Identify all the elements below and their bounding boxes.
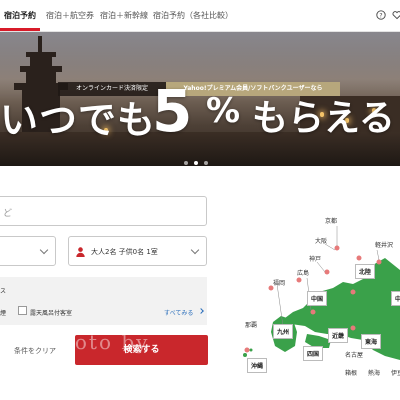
guest-summary: 大人2名 子供0名 1室 [91, 248, 158, 256]
svg-text:?: ? [379, 12, 382, 19]
map-label-hakone[interactable]: 箱根 [345, 368, 357, 377]
map-label-naha[interactable]: 那覇 [245, 320, 257, 329]
options-panel: ス 煙 露天風呂付客室 すべてみる [0, 277, 207, 325]
carousel-dot-active[interactable] [194, 161, 198, 165]
options-title: ス [0, 288, 7, 295]
top-nav: 宿泊予約 宿泊＋航空券 宿泊＋新幹線 宿泊予約（各社比較） ? [0, 0, 400, 32]
see-all-link[interactable]: すべてみる [164, 308, 193, 317]
carousel-dot[interactable] [184, 161, 188, 165]
active-tab-indicator [0, 28, 40, 31]
region-tokai[interactable]: 東海 [361, 334, 382, 349]
search-button[interactable]: 検索する [75, 335, 208, 365]
carousel-dot[interactable] [204, 161, 208, 165]
region-chubu[interactable]: 中 [391, 291, 400, 306]
map-label-nagoya[interactable]: 名古屋 [345, 350, 363, 359]
region-shikoku[interactable]: 四国 [303, 346, 324, 361]
region-kinki[interactable]: 近畿 [328, 328, 349, 343]
map-label-kyoto[interactable]: 京都 [325, 216, 337, 225]
region-chugoku[interactable]: 中国 [307, 291, 328, 306]
date-select[interactable] [0, 236, 56, 266]
chevron-right-icon [198, 308, 204, 314]
chevron-down-icon [190, 245, 200, 255]
map-label-atami[interactable]: 熱海 [368, 368, 380, 377]
destination-input[interactable]: ど [0, 196, 207, 226]
person-icon [76, 247, 85, 257]
headline-part-1: いつでも [0, 98, 157, 142]
headline-part-4: もらえる [252, 98, 395, 139]
guest-select[interactable]: 大人2名 子供0名 1室 [68, 236, 207, 266]
headline-part-3: % [206, 91, 241, 131]
open-air-bath-checkbox[interactable] [18, 306, 27, 315]
region-okinawa[interactable]: 沖縄 [247, 358, 268, 373]
region-kyushu[interactable]: 九州 [273, 324, 294, 339]
hero-banner[interactable]: オンラインカード決済限定 Yahoo!プレミアム会員/ソフトバンクユーザーなら … [0, 32, 400, 166]
chevron-down-icon [39, 245, 49, 255]
headline-part-2: 5 [152, 77, 193, 145]
japan-map[interactable]: 京都 大阪 軽井沢 神戸 広島 福岡 那覇 名古屋 箱根 熱海 伊豆 北陸 中国… [215, 200, 400, 400]
tab-hotel-shinkansen[interactable]: 宿泊＋新幹線 [100, 10, 148, 21]
option-label[interactable]: 煙 [0, 308, 6, 317]
destination-placeholder: ど [3, 209, 13, 219]
help-icon[interactable]: ? [376, 10, 386, 20]
clear-conditions-link[interactable]: 条件をクリア [14, 346, 56, 356]
map-label-karuizawa[interactable]: 軽井沢 [375, 240, 393, 249]
carousel-dots [184, 150, 214, 169]
map-label-hiroshima[interactable]: 広島 [297, 268, 309, 277]
tab-hotel-air[interactable]: 宿泊＋航空券 [46, 10, 94, 21]
map-label-osaka[interactable]: 大阪 [315, 236, 327, 245]
region-hokuriku[interactable]: 北陸 [355, 264, 376, 279]
map-label-fukuoka[interactable]: 福岡 [273, 278, 285, 287]
heart-icon[interactable] [392, 10, 400, 20]
map-label-kobe[interactable]: 神戸 [309, 254, 321, 263]
tab-hotel[interactable]: 宿泊予約 [4, 10, 36, 21]
tab-hotel-compare[interactable]: 宿泊予約（各社比較） [153, 10, 233, 21]
open-air-bath-label[interactable]: 露天風呂付客室 [30, 308, 72, 317]
map-label-izu[interactable]: 伊豆 [391, 368, 400, 377]
